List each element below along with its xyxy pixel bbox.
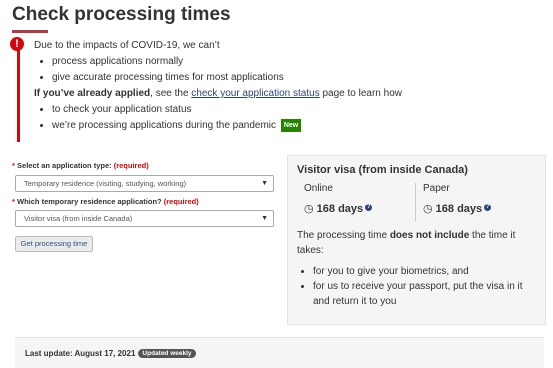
list-item: to check your application status (52, 102, 402, 118)
last-update-bar: Last update: August 17, 2021 Updated week… (15, 337, 544, 368)
processing-note: The processing time does not include the… (297, 228, 537, 309)
chevron-down-icon: ▼ (261, 215, 268, 222)
chevron-down-icon: ▼ (261, 180, 268, 187)
last-update-text: Last update: August 17, 2021 Updated week… (25, 349, 196, 358)
paper-days: 168 days (435, 203, 483, 215)
applied-end-text: page to learn how (319, 88, 402, 99)
applied-bold-text: If you’ve already applied (34, 88, 151, 99)
required-text: (required) (113, 161, 149, 170)
sub-application-select[interactable]: Visitor visa (from inside Canada) ▼ (15, 210, 274, 227)
clock-icon: ◷ (304, 203, 314, 215)
application-type-label: * Select an application type: (required) (12, 161, 149, 170)
list-item: give accurate processing times for most … (52, 70, 402, 86)
required-text: (required) (163, 197, 199, 206)
check-status-link[interactable]: check your application status (191, 88, 319, 99)
column-divider (415, 183, 416, 221)
alert-body: Due to the impacts of COVID-19, we can’t… (34, 38, 402, 134)
updated-weekly-badge: Updated weekly (138, 349, 196, 358)
page-title: Check processing times (12, 4, 231, 25)
get-processing-time-button[interactable]: Get processing time (15, 236, 93, 252)
sub-application-label: * Which temporary residence application?… (12, 197, 199, 206)
list-item: process applications normally (52, 54, 402, 70)
note-list: for you to give your biometrics, and for… (297, 264, 537, 309)
last-update-date: Last update: August 17, 2021 (25, 349, 136, 358)
alert-intro: Due to the impacts of COVID-19, we can’t (34, 40, 220, 51)
new-badge: New (280, 119, 302, 132)
application-type-value: Temporary residence (visiting, studying,… (24, 179, 187, 188)
list-item: for us to receive your passport, put the… (313, 279, 537, 309)
online-value: ◷ 168 days? (304, 202, 373, 215)
panel-heading: Visitor visa (from inside Canada) (297, 164, 468, 176)
paper-label: Paper (423, 183, 450, 194)
note-bold: does not include (389, 230, 470, 241)
help-icon[interactable]: ? (365, 204, 373, 211)
list-item: we’re processing applications during the… (52, 118, 402, 134)
required-star: * (12, 197, 15, 206)
application-type-label-text: Select an application type: (17, 161, 112, 170)
covid-alert: ! Due to the impacts of COVID-19, we can… (10, 37, 402, 142)
list-item: for you to give your biometrics, and (313, 264, 537, 279)
alert-cant-list: process applications normally give accur… (34, 54, 402, 86)
sub-application-label-text: Which temporary residence application? (17, 197, 162, 206)
clock-icon: ◷ (423, 203, 433, 215)
online-days: 168 days (316, 203, 364, 215)
list-item-text: we’re processing applications during the… (52, 120, 277, 131)
processing-time-panel: Visitor visa (from inside Canada) Online… (287, 155, 546, 325)
online-label: Online (304, 183, 333, 194)
note-start: The processing time (297, 230, 390, 241)
required-star: * (12, 161, 15, 170)
title-underline (12, 30, 48, 33)
warning-icon: ! (10, 37, 24, 51)
help-icon[interactable]: ? (484, 204, 492, 211)
paper-value: ◷ 168 days? (423, 202, 492, 215)
alert-applied-line: If you’ve already applied, see the check… (34, 86, 402, 102)
alert-applied-list: to check your application status we’re p… (34, 102, 402, 134)
application-type-select[interactable]: Temporary residence (visiting, studying,… (15, 175, 274, 192)
applied-mid-text: , see the (150, 88, 192, 99)
sub-application-value: Visitor visa (from inside Canada) (24, 214, 133, 223)
